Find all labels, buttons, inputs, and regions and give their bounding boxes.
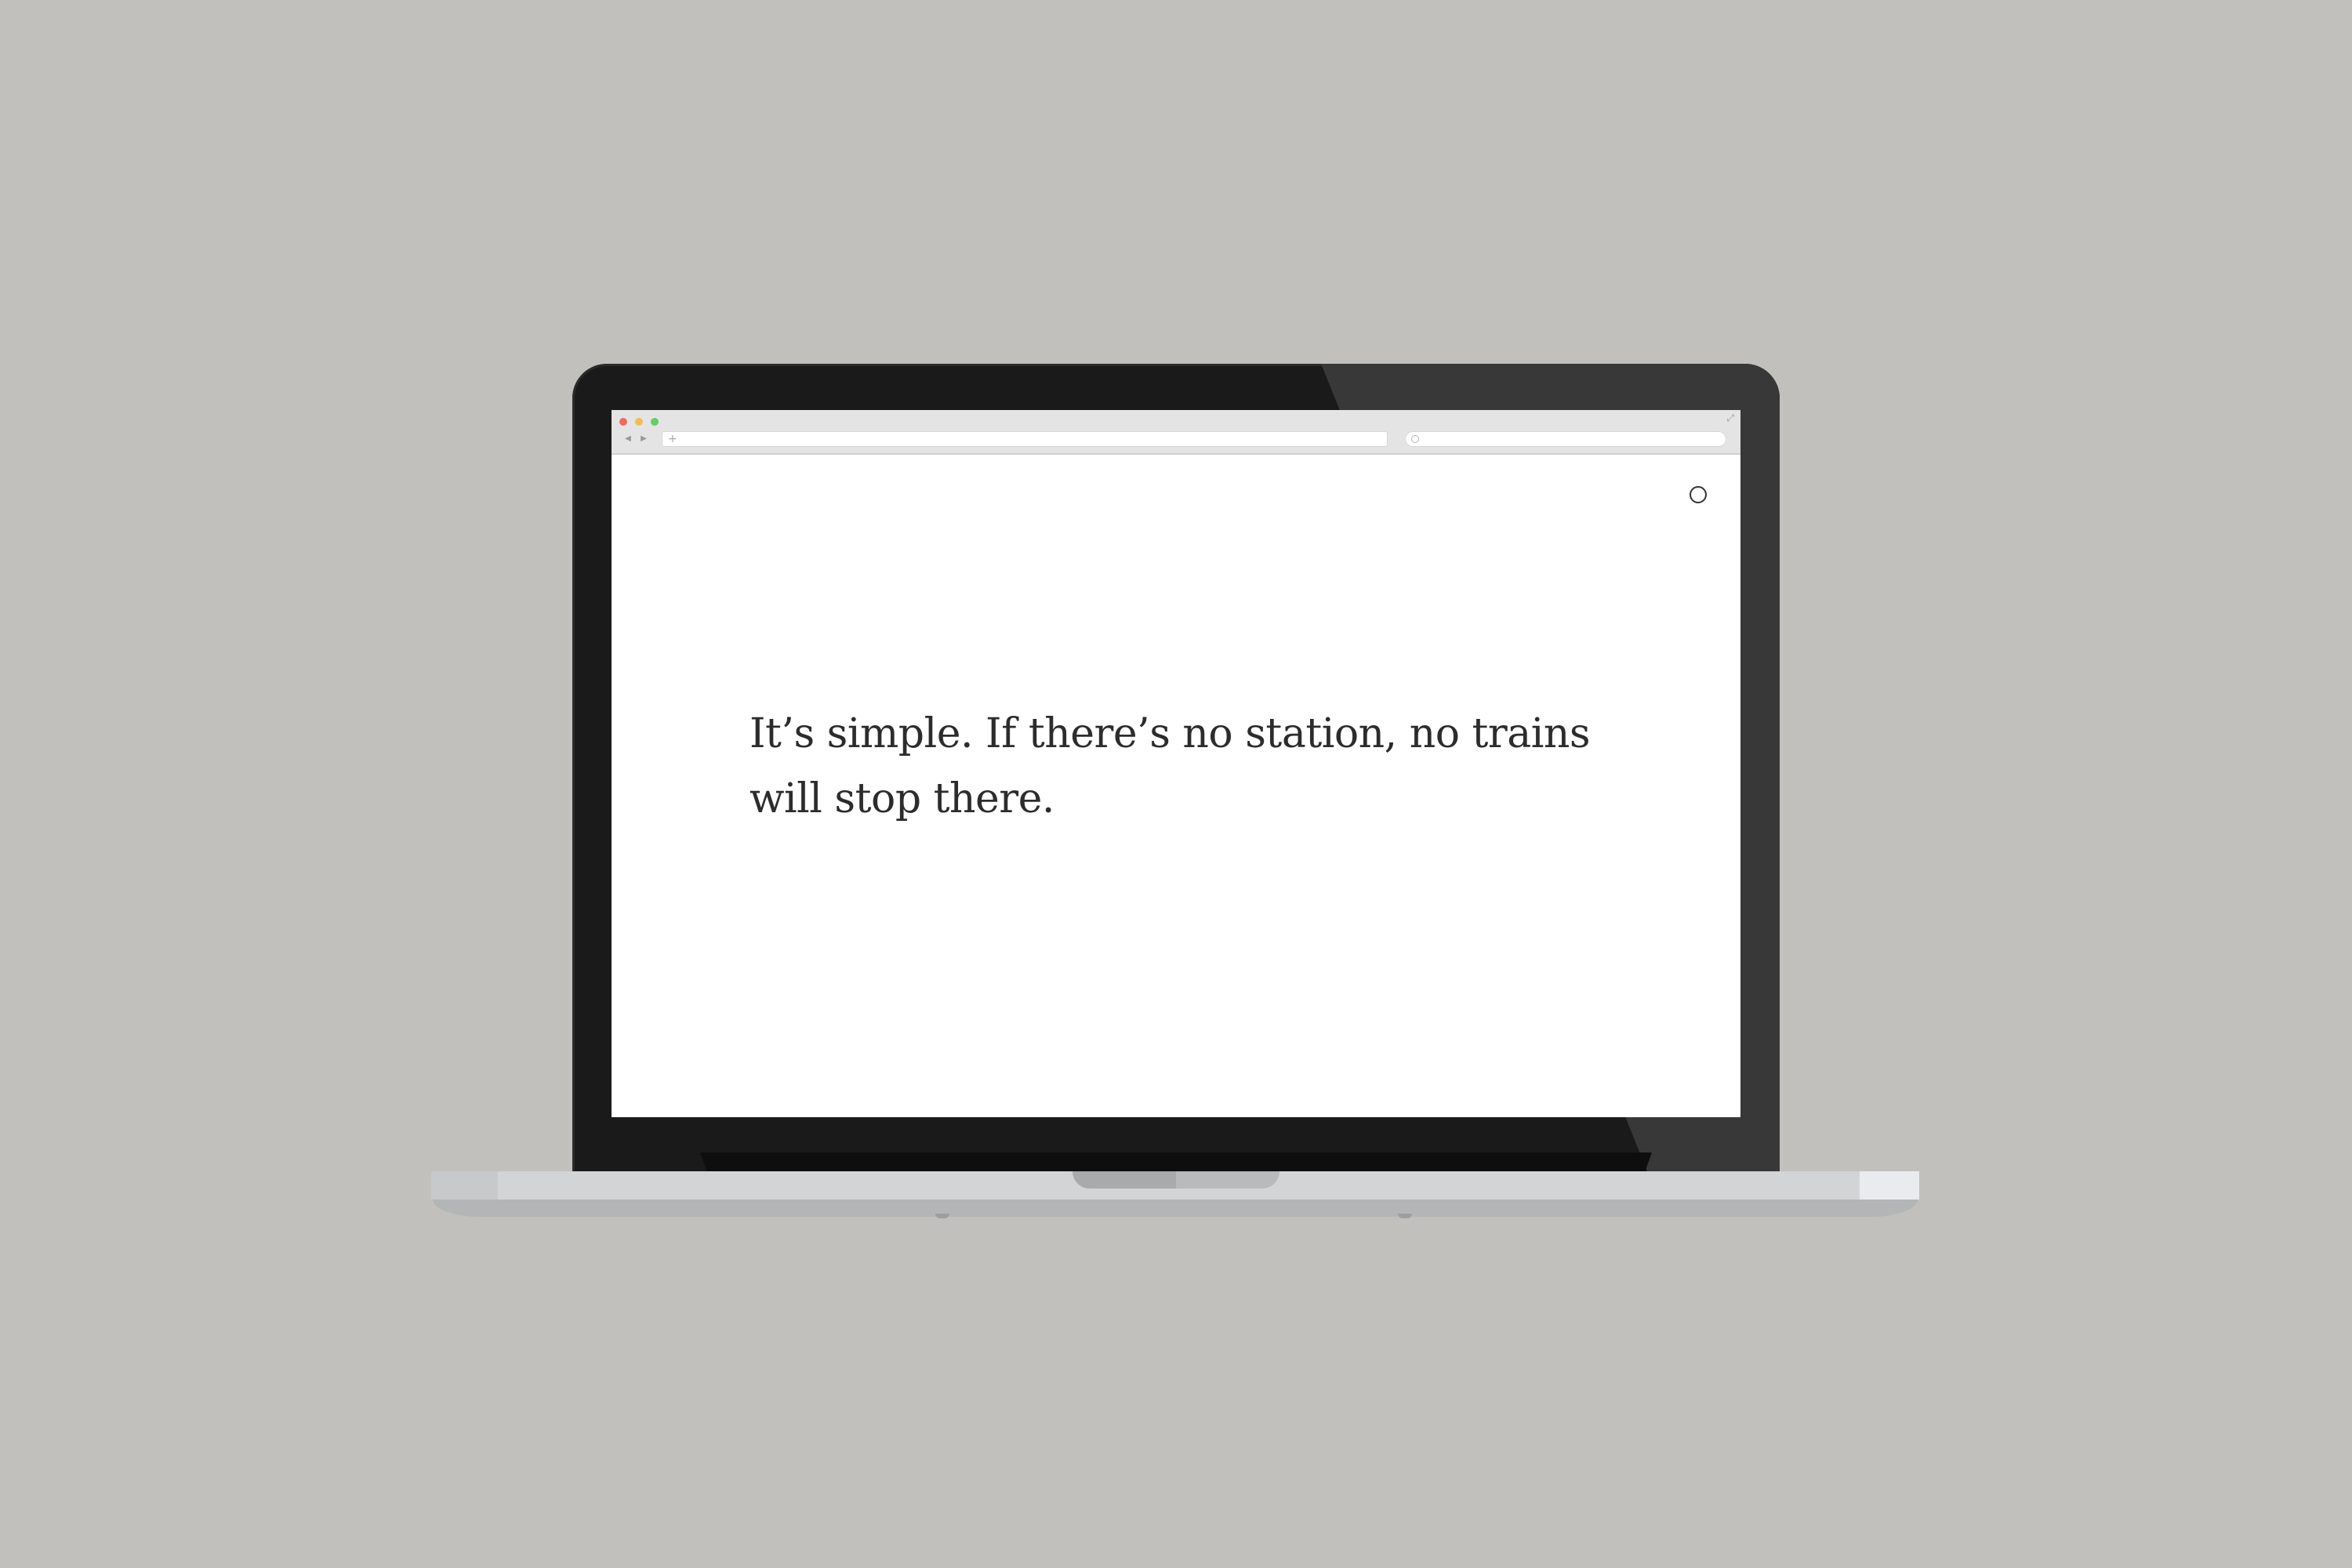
quote-text: It’s simple. If there’s no station, no t… — [750, 710, 1591, 822]
back-arrow-icon[interactable]: ◀ — [621, 434, 635, 445]
browser-search-input[interactable] — [1405, 431, 1726, 447]
browser-toolbar: ◀ ▶ + ⤢ — [612, 410, 1740, 455]
minimize-window-icon[interactable] — [635, 418, 643, 426]
base-right-edge — [1860, 1171, 1919, 1200]
search-icon — [1411, 435, 1419, 443]
expand-icon[interactable]: ⤢ — [1726, 413, 1734, 423]
circle-outline-icon[interactable] — [1690, 486, 1707, 503]
laptop-mockup-scene: ◀ ▶ + ⤢ It’s simple. If there’s no stati… — [0, 0, 2352, 1568]
rubber-foot-left — [935, 1214, 949, 1218]
address-bar[interactable]: + — [662, 431, 1388, 447]
forward-arrow-icon[interactable]: ▶ — [637, 434, 651, 445]
rubber-foot-right — [1398, 1214, 1412, 1218]
base-bottom-shell — [433, 1200, 1918, 1217]
laptop-screen: ◀ ▶ + ⤢ It’s simple. If there’s no stati… — [612, 410, 1740, 1117]
close-window-icon[interactable] — [619, 418, 627, 426]
thumb-notch-shade — [1073, 1171, 1176, 1189]
maximize-window-icon[interactable] — [651, 418, 659, 426]
plus-icon: + — [668, 433, 677, 445]
base-left-edge — [431, 1171, 498, 1200]
